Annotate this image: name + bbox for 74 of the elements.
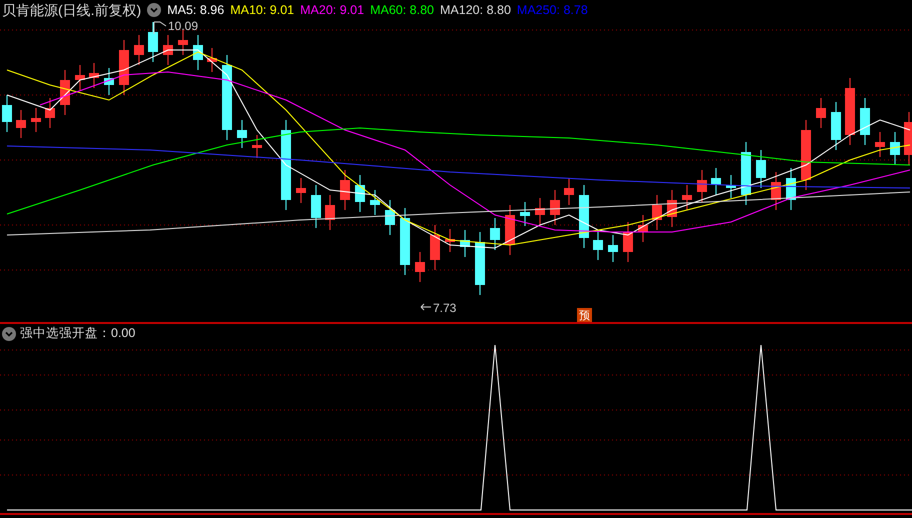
candlestick — [31, 108, 41, 132]
candlestick — [890, 132, 900, 166]
candlestick — [711, 168, 721, 196]
candlestick — [460, 230, 470, 258]
candlestick — [860, 98, 870, 146]
candlestick — [593, 230, 603, 260]
moving-average-label: MA250: 8.78 — [516, 2, 588, 19]
forecast-badge: 预 — [577, 308, 592, 322]
candlestick — [385, 200, 395, 236]
candlestick — [875, 132, 885, 158]
candlestick — [904, 112, 912, 166]
candlestick — [550, 190, 560, 226]
dropdown-icon[interactable] — [2, 326, 16, 340]
moving-average-label: MA60: 8.80 — [370, 2, 434, 19]
candlestick — [816, 98, 826, 128]
low-price-label: 7.73 — [433, 301, 456, 315]
candlestick — [430, 224, 440, 270]
arrow-icon — [420, 304, 432, 310]
candlestick — [163, 34, 173, 66]
candlestick — [520, 202, 530, 226]
candlestick — [340, 170, 350, 210]
candlestick — [370, 190, 380, 216]
candlestick — [60, 70, 70, 116]
candlestick — [355, 174, 365, 212]
candlestick — [726, 174, 736, 198]
candlestick — [178, 30, 188, 56]
candlestick — [16, 110, 26, 138]
candlestick — [325, 194, 335, 230]
candlestick — [535, 198, 545, 226]
candlestick — [741, 142, 751, 206]
candlestick — [608, 234, 618, 262]
candlestick — [831, 102, 841, 150]
moving-average-label: MA5: 8.96 — [167, 2, 224, 19]
candlestick — [505, 204, 515, 256]
dropdown-icon[interactable] — [147, 3, 162, 17]
candlestick — [2, 94, 12, 132]
candlestick — [682, 184, 692, 210]
candlestick — [148, 22, 158, 62]
moving-average-label: MA20: 9.01 — [300, 2, 364, 19]
candlestick — [786, 168, 796, 210]
candlestick — [756, 150, 766, 188]
high-price-label: 10.09 — [168, 20, 198, 33]
candlestick — [193, 34, 203, 70]
indicator-title: 强中选强开盘：0.00 — [20, 325, 136, 342]
candlestick — [579, 184, 589, 248]
candlestick — [638, 214, 648, 242]
candlestick — [415, 252, 425, 282]
moving-average-label: MA10: 9.01 — [230, 2, 294, 19]
candlestick — [667, 190, 677, 228]
candlestick — [75, 64, 85, 90]
candlestick — [475, 232, 485, 296]
candlestick — [89, 62, 99, 88]
candlestick — [697, 170, 707, 202]
candlestick — [490, 218, 500, 250]
candlestick — [45, 98, 55, 128]
candlestick — [771, 172, 781, 210]
candlestick — [564, 178, 574, 206]
candlestick — [134, 34, 144, 66]
stock-title: 贝肯能源(日线.前复权) — [2, 0, 142, 20]
candlestick — [400, 208, 410, 276]
candlestick — [237, 120, 247, 148]
candlestick — [207, 48, 217, 72]
candlestick — [104, 68, 114, 96]
candlestick — [296, 178, 306, 204]
candlestick — [845, 78, 855, 146]
moving-average-label: MA120: 8.80 — [440, 2, 511, 19]
price-marker-icon — [154, 22, 166, 34]
candlestick — [623, 222, 633, 262]
candlestick — [445, 228, 455, 252]
candlestick — [252, 134, 262, 158]
candlestick — [801, 120, 811, 190]
candlestick — [652, 194, 662, 230]
candlestick — [119, 40, 129, 96]
candlestick — [311, 184, 321, 228]
